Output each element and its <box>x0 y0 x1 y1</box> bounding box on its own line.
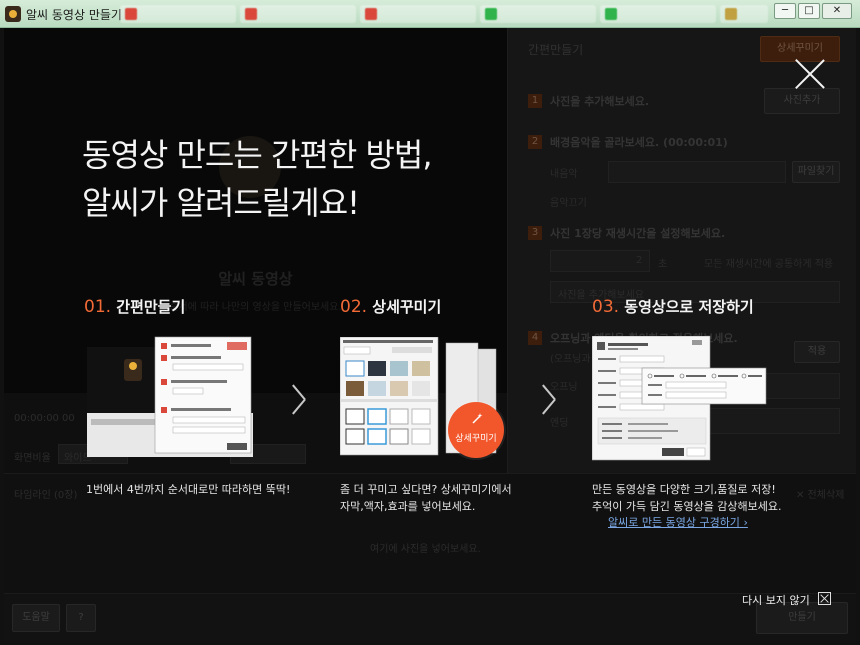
step2-description-line1: 좀 더 꾸미고 싶다면? 상세꾸미기에서 <box>340 483 512 496</box>
step2-title: 02. 상세꾸미기 <box>340 296 441 317</box>
step3-screenshot-thumbnail <box>592 336 767 461</box>
dont-show-again-label[interactable]: 다시 보지 않기 <box>742 592 810 608</box>
view-sample-videos-label: 알씨로 만든 동영상 구경하기 <box>608 516 740 529</box>
detail-decorate-badge: 상세꾸미기 <box>448 402 504 458</box>
step1-description: 1번에서 4번까지 순서대로만 따라하면 뚝딱! <box>86 483 291 496</box>
close-window-button[interactable]: ✕ <box>822 3 852 19</box>
magic-wand-icon <box>472 413 483 424</box>
headline-line1: 동영상 만드는 간편한 방법, <box>82 136 433 174</box>
next-arrow-icon <box>542 384 556 414</box>
background-tab[interactable] <box>240 5 356 23</box>
background-tab[interactable] <box>600 5 716 23</box>
step2-description-line2: 자막,액자,효과를 넣어보세요. <box>340 500 476 513</box>
step1-number: 01. <box>84 297 112 317</box>
chevron-right-icon: › <box>743 516 748 529</box>
step3-description-line1: 만든 동영상을 다양한 크기,품질로 저장! <box>592 483 776 496</box>
close-tutorial-icon[interactable] <box>792 56 828 92</box>
tab-favicon-icon <box>605 8 617 20</box>
background-tab[interactable] <box>360 5 476 23</box>
app-logo-icon <box>5 6 21 22</box>
tab-favicon-icon <box>125 8 137 20</box>
next-arrow-icon <box>292 384 306 414</box>
window-titlebar: 알씨 동영상 만들기 ─ □ ✕ <box>0 0 860 28</box>
tab-favicon-icon <box>725 8 737 20</box>
tab-favicon-icon <box>245 8 257 20</box>
minimize-button[interactable]: ─ <box>774 3 796 19</box>
view-sample-videos-link[interactable]: 알씨로 만든 동영상 구경하기 › <box>608 514 748 530</box>
background-tab[interactable] <box>720 5 768 23</box>
background-tab[interactable] <box>120 5 236 23</box>
step3-description-line2: 추억이 가득 담긴 동영상을 감상해보세요. <box>592 500 782 513</box>
window-title: 알씨 동영상 만들기 <box>26 8 122 22</box>
step1-screenshot-thumbnail <box>87 336 253 457</box>
dont-show-again-checkbox[interactable] <box>818 592 831 605</box>
step3-title: 03. 동영상으로 저장하기 <box>592 296 754 317</box>
background-tab[interactable] <box>480 5 596 23</box>
badge-label: 상세꾸미기 <box>455 434 497 444</box>
maximize-button[interactable]: □ <box>798 3 820 19</box>
step3-label: 동영상으로 저장하기 <box>624 298 754 316</box>
tab-favicon-icon <box>485 8 497 20</box>
step2-label: 상세꾸미기 <box>372 298 442 316</box>
headline-line2: 알씨가 알려드릴게요! <box>82 184 360 222</box>
step2-number: 02. <box>340 297 368 317</box>
step1-label: 간편만들기 <box>116 298 186 316</box>
step1-title: 01. 간편만들기 <box>84 296 185 317</box>
step3-number: 03. <box>592 297 620 317</box>
tab-favicon-icon <box>365 8 377 20</box>
